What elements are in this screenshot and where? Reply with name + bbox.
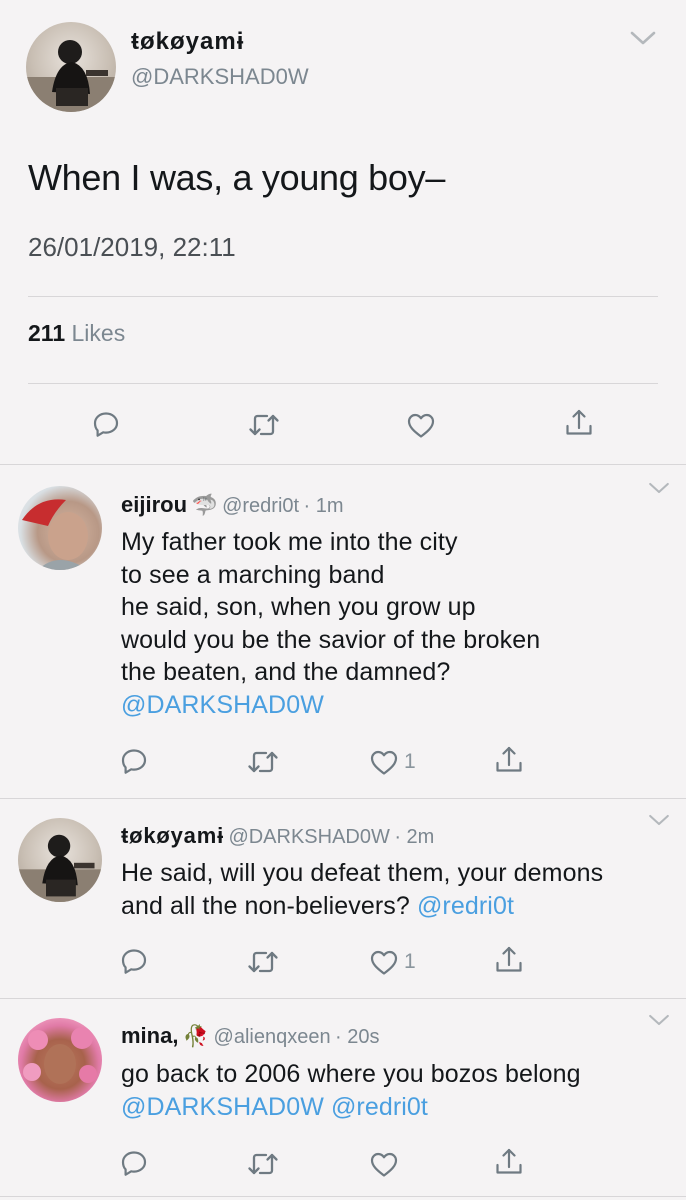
share-icon — [493, 1146, 525, 1178]
reply-text: go back to 2006 where you bozos belong @… — [121, 1058, 581, 1123]
avatar-mina[interactable] — [18, 1018, 102, 1102]
chevron-down-icon[interactable] — [648, 1014, 670, 1027]
avatar-photo-figure — [18, 834, 102, 902]
share-icon — [493, 944, 525, 976]
reply-display-name[interactable]: eijirou — [121, 492, 187, 517]
retweet-icon — [246, 746, 280, 778]
mention-link[interactable]: @DARKSHAD0W @redri0t — [121, 1091, 581, 1124]
display-name[interactable]: ŧøkøyamɨ — [131, 28, 244, 56]
reply-header: mina, 🥀 @alienqxeen · 20s — [121, 1023, 380, 1049]
section-divider — [0, 798, 686, 799]
retweet-icon — [246, 1148, 280, 1180]
reply-line: He said, will you defeat them, your demo… — [121, 859, 604, 887]
reply-line: to see a marching band — [121, 560, 385, 589]
reply-handle[interactable]: @redri0t — [222, 495, 299, 517]
reply-text: My father took me into the city to see a… — [121, 526, 540, 721]
like-count: 1 — [404, 950, 416, 973]
like-count: 1 — [404, 750, 416, 773]
share-icon — [563, 407, 595, 439]
likes-label: Likes — [71, 320, 126, 346]
like-button[interactable] — [368, 1148, 404, 1180]
reply-time: · 2m — [394, 826, 435, 848]
reply-icon — [90, 408, 122, 440]
chevron-down-icon[interactable] — [629, 30, 657, 46]
retweet-button[interactable] — [246, 746, 280, 778]
section-divider — [0, 1196, 686, 1197]
retweet-icon — [247, 409, 281, 441]
section-divider — [0, 998, 686, 999]
share-icon — [493, 744, 525, 776]
avatar-photo-figure — [22, 499, 88, 570]
reply-line: and all the non-believers? — [121, 891, 410, 920]
heart-icon — [368, 746, 400, 778]
avatar-tokoyami[interactable] — [18, 818, 102, 902]
reply-handle[interactable]: @alienqxeen — [214, 1026, 331, 1048]
reply-line: My father took me into the city — [121, 528, 458, 556]
mention-link[interactable]: @redri0t — [417, 892, 514, 920]
tweet-text: When I was, a young boy– — [28, 157, 446, 198]
retweet-icon — [246, 946, 280, 978]
reply-display-name[interactable]: mina, — [121, 1023, 178, 1048]
avatar-tokoyami[interactable] — [26, 22, 116, 112]
reply-display-name[interactable]: ŧøkøyamɨ — [121, 823, 224, 848]
like-button[interactable] — [405, 409, 437, 441]
shark-emoji: 🦈 — [191, 494, 218, 517]
reply-header: eijirou 🦈 @redri0t · 1m — [121, 492, 344, 518]
retweet-button[interactable] — [246, 1148, 280, 1180]
heart-icon — [368, 1148, 400, 1180]
share-button[interactable] — [493, 944, 525, 976]
reply-line: go back to 2006 where you bozos belong — [121, 1060, 581, 1088]
likes-stat[interactable]: 211 Likes — [28, 320, 125, 347]
likes-count: 211 — [28, 320, 66, 346]
chevron-down-icon[interactable] — [648, 482, 670, 495]
share-button[interactable] — [563, 407, 595, 439]
share-button[interactable] — [493, 744, 525, 776]
like-button[interactable]: 1 — [368, 946, 416, 978]
chevron-down-icon[interactable] — [648, 814, 670, 827]
wilted-rose-emoji: 🥀 — [182, 1025, 210, 1048]
reply-button[interactable] — [90, 408, 122, 440]
reply-icon — [118, 1147, 150, 1179]
avatar-photo-figure — [23, 1027, 97, 1084]
divider — [28, 383, 658, 384]
reply-text: He said, will you defeat them, your demo… — [121, 857, 603, 922]
reply-line: he said, son, when you grow up — [121, 593, 476, 621]
heart-icon — [368, 946, 400, 978]
tweet-timestamp: 26/01/2019, 22:11 — [28, 232, 236, 262]
retweet-button[interactable] — [246, 946, 280, 978]
reply-line: the beaten, and the damned? — [121, 658, 451, 686]
reply-line-with-mention: and all the non-believers? @redri0t — [121, 890, 603, 923]
reply-handle[interactable]: @DARKSHAD0W — [228, 826, 389, 848]
like-button[interactable]: 1 — [368, 746, 416, 778]
reply-button[interactable] — [118, 1147, 150, 1179]
heart-icon — [405, 409, 437, 441]
reply-line: would you be the savior of the broken — [121, 625, 541, 654]
share-button[interactable] — [493, 1146, 525, 1178]
divider — [28, 296, 658, 297]
reply-icon — [118, 745, 150, 777]
avatar-eijirou[interactable] — [18, 486, 102, 570]
reply-icon — [118, 945, 150, 977]
reply-time: · 1m — [303, 495, 344, 517]
reply-time: · 20s — [335, 1026, 380, 1048]
avatar-photo-figure — [26, 40, 116, 112]
reply-header: ŧøkøyamɨ @DARKSHAD0W · 2m — [121, 823, 434, 849]
mention-link[interactable]: @DARKSHAD0W — [121, 689, 540, 722]
section-divider — [0, 464, 686, 465]
reply-button[interactable] — [118, 945, 150, 977]
handle[interactable]: @DARKSHAD0W — [131, 64, 309, 90]
retweet-button[interactable] — [247, 409, 281, 441]
reply-button[interactable] — [118, 745, 150, 777]
